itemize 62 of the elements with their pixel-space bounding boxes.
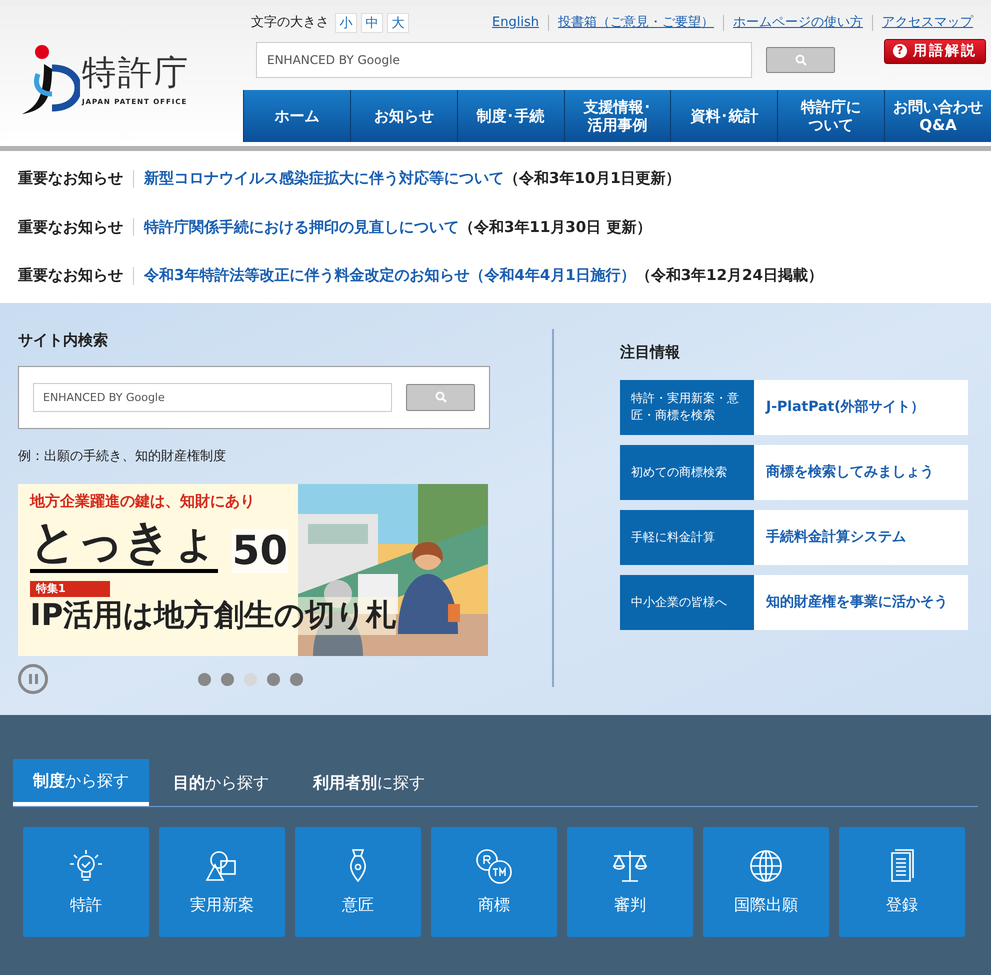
utility-link[interactable]: ホームページの使い方 xyxy=(733,13,863,33)
search-icon xyxy=(434,391,446,403)
banner-title: とっきょ xyxy=(30,512,218,572)
notice-tag: 重要なお知らせ xyxy=(18,167,123,190)
banner-feature-tag: 特集1 xyxy=(30,580,110,597)
search-button[interactable] xyxy=(406,384,475,410)
notice-link[interactable]: 新型コロナウイルス感染症拡大に伴う対応等について xyxy=(144,167,504,190)
banner-tagline: 地方企業躍進の鍵は、知財にあり xyxy=(30,491,256,512)
nav-tab[interactable]: 制度･手続 xyxy=(456,90,564,142)
notice-link[interactable]: 特許庁関係手続における押印の見直しについて xyxy=(144,216,459,238)
featured-link[interactable]: J-PlatPat(外部サイト） xyxy=(754,380,968,434)
browse-tab[interactable]: 目的から探す xyxy=(153,759,289,806)
pause-button[interactable] xyxy=(18,664,48,694)
site-search-title: サイト内検索 xyxy=(18,330,109,351)
featured-label: 手軽に料金計算 xyxy=(620,510,754,564)
font-size-button[interactable]: 中 xyxy=(361,13,383,33)
font-size-label: 文字の大きさ xyxy=(251,14,329,32)
search-icon xyxy=(794,54,806,66)
nav-tab[interactable]: お知らせ xyxy=(350,90,457,142)
utility-link[interactable]: アクセスマップ xyxy=(882,13,973,33)
featured-link[interactable]: 手続料金計算システム xyxy=(754,510,968,564)
search-field[interactable]: ENHANCED BY Google xyxy=(33,382,392,412)
featured-title: 注目情報 xyxy=(620,342,681,363)
notice-tag: 重要なお知らせ xyxy=(18,264,123,287)
notice-tag: 重要なお知らせ xyxy=(18,216,123,238)
logo-title: 特許庁 xyxy=(82,52,190,93)
nav-tab[interactable]: ホーム xyxy=(243,90,350,142)
featured-link[interactable]: 知的財産権を事業に活かそう xyxy=(754,574,968,630)
globe-icon xyxy=(747,847,785,885)
utility-link[interactable]: 投書箱（ご意見・ご要望） xyxy=(558,13,714,33)
nav-tab[interactable]: 資料･統計 xyxy=(670,90,778,142)
category-tile[interactable]: 特許 xyxy=(23,827,149,937)
browse-tab[interactable]: 制度から探す xyxy=(13,759,149,806)
banner-headline: IP活用は地方創生の切り札 xyxy=(30,597,396,635)
font-size-button[interactable]: 小 xyxy=(335,13,357,33)
featured-label: 特許・実用新案・意匠・商標を検索 xyxy=(620,380,754,434)
category-tile[interactable]: 国際出願 xyxy=(703,827,829,937)
notice-link[interactable]: 令和3年特許法等改正に伴う料金改定のお知らせ（令和4年4月1日施行） xyxy=(144,264,636,287)
category-tile[interactable]: 登録 xyxy=(839,827,965,937)
notice-date: （令和3年10月1日更新） xyxy=(504,168,681,190)
promo-banner[interactable]: 地方企業躍進の鍵は、知財にあり とっきょ 50 特集1 IP活用は地方創生の切り札 xyxy=(18,484,488,656)
notice-date: （令和3年11月30日 更新） xyxy=(459,216,652,238)
featured-label: 初めての商標検索 xyxy=(620,444,754,500)
notice-date: （令和3年12月24日掲載） xyxy=(636,265,823,286)
search-field[interactable]: ENHANCED BY Google xyxy=(256,42,752,78)
utility-link[interactable]: English xyxy=(492,13,539,33)
nav-tab[interactable]: 支援情報･活用事例 xyxy=(564,90,670,142)
glossary-button[interactable]: ? 用語解説 xyxy=(884,38,986,64)
browse-tab[interactable]: 利用者別に探す xyxy=(293,759,445,806)
category-tile[interactable]: 審判 xyxy=(567,827,693,937)
featured-label: 中小企業の皆様へ xyxy=(620,574,754,630)
trademark-icon xyxy=(474,847,514,885)
font-size-button[interactable]: 大 xyxy=(387,13,409,33)
category-tile[interactable]: 実用新案 xyxy=(159,827,285,937)
nav-tab[interactable]: 特許庁について xyxy=(777,90,884,142)
nav-tab[interactable]: お問い合わせQ&A xyxy=(884,90,991,142)
search-button[interactable] xyxy=(766,47,835,73)
search-example: 例：出願の手続き、知的財産権制度 xyxy=(18,448,227,466)
banner-number: 50 xyxy=(232,528,288,572)
category-tile[interactable]: 意匠 xyxy=(295,827,421,937)
featured-link[interactable]: 商標を検索してみましょう xyxy=(754,444,968,500)
category-tile[interactable]: 商標 xyxy=(431,827,557,937)
